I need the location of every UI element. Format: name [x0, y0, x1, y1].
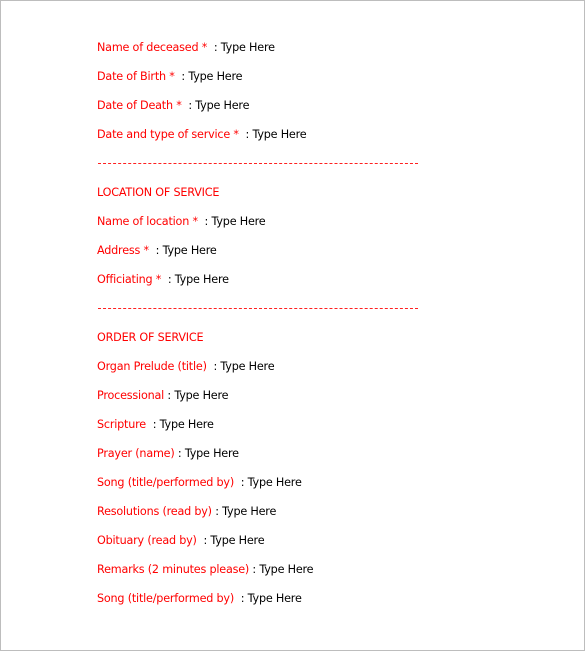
field-label: Song (title/performed by)	[97, 592, 238, 605]
field-row-song-2: Song (title/performed by) : Type Here	[97, 590, 313, 619]
field-value-date-and-type-of-service[interactable]: Type Here	[252, 128, 306, 141]
field-row-name-of-location: Name of location * : Type Here	[97, 213, 313, 242]
field-label: Officiating *	[97, 273, 165, 286]
field-value-date-of-birth[interactable]: Type Here	[188, 70, 242, 83]
field-label: Obituary (read by)	[97, 534, 201, 547]
field-label: Date and type of service *	[97, 128, 243, 141]
field-value-song-2[interactable]: Type Here	[248, 592, 302, 605]
field-value-name-of-deceased[interactable]: Type Here	[221, 41, 275, 54]
document-page: Name of deceased * : Type Here Date of B…	[0, 0, 585, 651]
field-row-prayer: Prayer (name) : Type Here	[97, 445, 313, 474]
field-value-address[interactable]: Type Here	[163, 244, 217, 257]
field-value-obituary[interactable]: Type Here	[210, 534, 264, 547]
field-row-obituary: Obituary (read by) : Type Here	[97, 532, 313, 561]
field-separator: :	[237, 476, 248, 489]
field-value-officiating[interactable]: Type Here	[175, 273, 229, 286]
field-row-scripture: Scripture : Type Here	[97, 416, 313, 445]
field-separator: :	[200, 534, 211, 547]
field-row-date-of-death: Date of Death * : Type Here	[97, 97, 313, 126]
field-separator: :	[237, 592, 248, 605]
field-label: Date of Death *	[97, 99, 185, 112]
field-value-remarks[interactable]: Type Here	[259, 563, 313, 576]
field-row-name-of-deceased: Name of deceased * : Type Here	[97, 39, 313, 68]
field-separator: :	[242, 128, 253, 141]
field-separator: :	[210, 360, 221, 373]
field-separator: :	[184, 99, 196, 112]
field-separator: :	[149, 418, 160, 431]
field-label: Prayer (name)	[97, 447, 175, 460]
field-separator: :	[249, 563, 260, 576]
field-row-song-1: Song (title/performed by) : Type Here	[97, 474, 313, 503]
section-divider	[97, 300, 419, 329]
field-label: Address *	[97, 244, 153, 257]
field-value-prayer[interactable]: Type Here	[185, 447, 239, 460]
field-label: Organ Prelude (title)	[97, 360, 211, 373]
field-value-date-of-death[interactable]: Type Here	[195, 99, 249, 112]
field-label: Song (title/performed by)	[97, 476, 238, 489]
field-value-name-of-location[interactable]: Type Here	[212, 215, 266, 228]
field-value-scripture[interactable]: Type Here	[160, 418, 214, 431]
field-row-remarks: Remarks (2 minutes please) : Type Here	[97, 561, 314, 590]
field-separator: :	[164, 389, 175, 402]
section-divider	[97, 155, 419, 184]
field-label: Resolutions (read by)	[97, 505, 212, 518]
field-separator: :	[174, 447, 185, 460]
field-separator: :	[164, 273, 175, 286]
document-content: Name of deceased * : Type Here Date of B…	[97, 39, 419, 619]
field-separator: :	[178, 70, 189, 83]
field-label: Name of deceased *	[97, 41, 211, 54]
field-row-resolutions: Resolutions (read by) : Type Here	[97, 503, 313, 532]
field-row-processional: Processional : Type Here	[97, 387, 313, 416]
field-label: Remarks (2 minutes please)	[97, 563, 250, 576]
field-separator: :	[211, 505, 223, 518]
field-value-resolutions[interactable]: Type Here	[222, 505, 276, 518]
section-heading-location: LOCATION OF SERVICE	[97, 186, 220, 199]
field-label: Processional	[97, 389, 165, 402]
field-separator: :	[210, 41, 221, 54]
field-label: Date of Birth *	[97, 70, 179, 83]
field-row-date-of-birth: Date of Birth * : Type Here	[97, 68, 313, 97]
field-row-address: Address * : Type Here	[97, 242, 313, 271]
section-heading-order-of-service: ORDER OF SERVICE	[97, 331, 204, 344]
field-label: Name of location *	[97, 215, 202, 228]
field-row-organ-prelude: Organ Prelude (title) : Type Here	[97, 358, 313, 387]
field-value-song-1[interactable]: Type Here	[248, 476, 302, 489]
field-separator: :	[201, 215, 212, 228]
field-separator: :	[152, 244, 163, 257]
field-label: Scripture	[97, 418, 150, 431]
field-value-processional[interactable]: Type Here	[174, 389, 228, 402]
field-row-date-and-type-of-service: Date and type of service * : Type Here	[97, 126, 313, 155]
field-row-officiating: Officiating * : Type Here	[97, 271, 313, 300]
field-value-organ-prelude[interactable]: Type Here	[220, 360, 274, 373]
